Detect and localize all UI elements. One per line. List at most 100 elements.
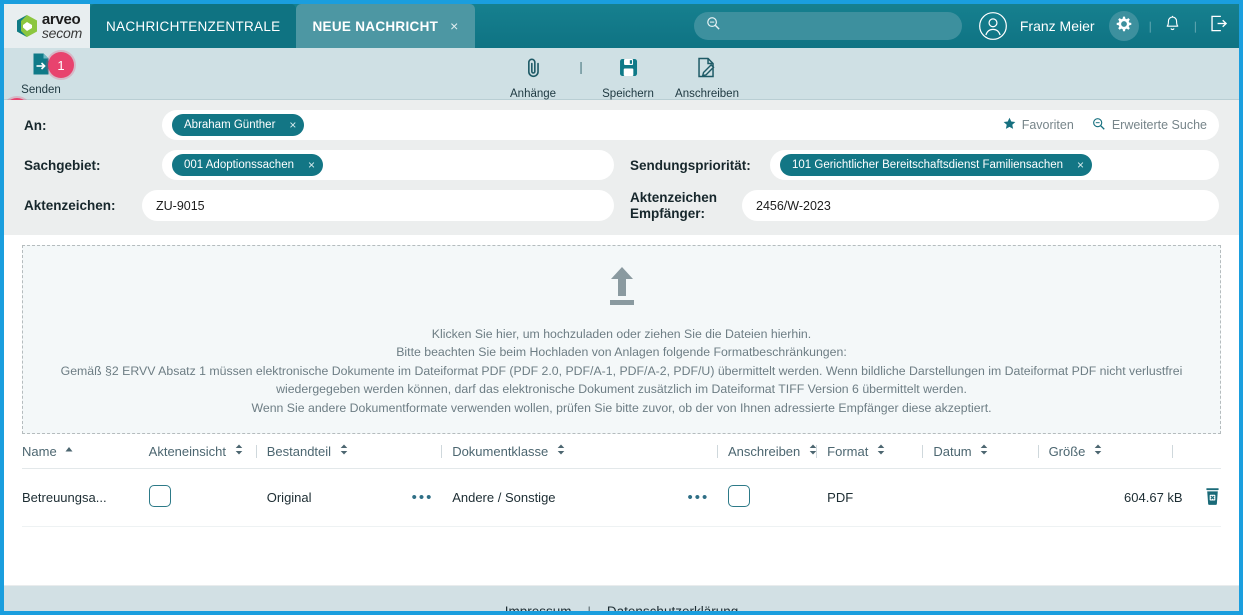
table-body: Betreuungsa... Original ••• Andere / Son… — [22, 469, 1221, 527]
column-divider — [816, 445, 817, 458]
app-window: arveo secom NACHRICHTENZENTRALE NEUE NAC… — [0, 0, 1243, 615]
attachments-button[interactable]: Anhänge — [504, 52, 562, 100]
header-spacer — [475, 4, 694, 48]
sort-both-icon — [980, 443, 988, 458]
form-row-sachgebiet-prio: Sachgebiet: 001 Adoptionssachen × Sendun… — [24, 150, 1219, 180]
column-header-bestandteil-menu — [412, 434, 453, 469]
paperclip-icon — [523, 56, 543, 85]
sachgebiet-label: Sachgebiet: — [24, 158, 162, 173]
save-label: Speichern — [602, 88, 654, 100]
global-search[interactable] — [694, 12, 962, 40]
aktenzeichen-label: Aktenzeichen: — [24, 198, 142, 213]
column-header-datum[interactable]: Datum — [933, 434, 1048, 469]
column-header-actions — [1183, 434, 1221, 469]
dropzone-line-2: Bitte beachten Sie beim Hochladen von An… — [33, 343, 1210, 361]
floppy-disk-icon — [617, 56, 639, 85]
aktenzeichen-empfaenger-label: Aktenzeichen Empfänger: — [630, 190, 742, 221]
bestandteil-menu-icon[interactable]: ••• — [412, 489, 434, 506]
column-header-name[interactable]: Name — [22, 434, 149, 469]
toolbar-divider — [580, 62, 581, 74]
aktenzeichen-field[interactable]: ZU-9015 — [142, 190, 614, 221]
star-icon — [1003, 117, 1016, 133]
aktenzeichen-value: ZU-9015 — [152, 199, 205, 213]
close-icon[interactable]: × — [450, 18, 458, 34]
tab-neue-nachricht[interactable]: NEUE NACHRICHT × — [296, 4, 474, 48]
attachments-table: Name Akteneinsicht — [22, 434, 1221, 527]
advanced-search-button[interactable]: Erweiterte Suche — [1092, 117, 1207, 134]
remove-chip-icon[interactable]: × — [308, 158, 315, 172]
logo-line-2: secom — [42, 26, 82, 40]
table-row[interactable]: Betreuungsa... Original ••• Andere / Son… — [22, 469, 1221, 527]
column-header-anschreiben[interactable]: Anschreiben — [728, 434, 827, 469]
settings-button[interactable] — [1109, 11, 1139, 41]
sachgebiet-chip-label: 001 Adoptionssachen — [184, 159, 294, 171]
attachments-label: Anhänge — [510, 88, 556, 100]
dropzone-line-1: Klicken Sie hier, um hochzuladen oder zi… — [33, 325, 1210, 343]
avatar[interactable] — [978, 11, 1008, 41]
trash-delete-icon[interactable] — [1204, 487, 1221, 509]
gear-icon — [1116, 16, 1132, 37]
remove-chip-icon[interactable]: × — [289, 118, 296, 132]
aktenzeichen-empfaenger-field[interactable]: 2456/W-2023 — [742, 190, 1219, 221]
search-icon — [1092, 117, 1106, 134]
aktenzeichen-empfaenger-group: Aktenzeichen Empfänger: 2456/W-2023 — [624, 190, 1219, 221]
cell-dokumentklasse: Andere / Sonstige — [452, 469, 687, 527]
sort-both-icon — [1094, 443, 1102, 458]
compose-button[interactable]: Anschreiben — [675, 52, 739, 100]
logo-wordmark: arveo secom — [42, 12, 82, 40]
form-row-an: An: Abraham Günther × Favoriten — [24, 110, 1219, 140]
column-header-dokumentklasse[interactable]: Dokumentklasse — [452, 434, 687, 469]
column-label: Bestandteil — [267, 444, 331, 459]
sort-asc-icon — [65, 443, 73, 458]
column-header-format[interactable]: Format — [827, 434, 933, 469]
advanced-search-label: Erweiterte Suche — [1112, 118, 1207, 132]
cell-datum — [933, 469, 1048, 527]
cell-bestandteil-menu: ••• — [412, 469, 453, 527]
tab-nachrichtenzentrale[interactable]: NACHRICHTENZENTRALE — [90, 4, 296, 48]
send-label: Senden — [21, 84, 61, 96]
sachgebiet-chip: 001 Adoptionssachen × — [172, 154, 323, 176]
attachments-table-wrapper: Name Akteneinsicht — [4, 434, 1239, 585]
an-field-actions: Favoriten Erweiterte Suche — [1003, 110, 1207, 140]
search-icon — [706, 16, 721, 36]
sachgebiet-field[interactable]: 001 Adoptionssachen × — [162, 150, 614, 180]
sendungsprioritaet-chip-label: 101 Gerichtlicher Bereitschaftsdienst Fa… — [792, 159, 1063, 171]
dokumentklasse-menu-icon[interactable]: ••• — [687, 489, 709, 506]
step-badge-1: 1 — [48, 52, 74, 78]
column-header-akteneinsicht[interactable]: Akteneinsicht — [149, 434, 267, 469]
recipient-chip-label: Abraham Günther — [184, 119, 275, 131]
sort-both-icon — [877, 443, 885, 458]
file-dropzone[interactable]: Klicken Sie hier, um hochzuladen oder zi… — [22, 245, 1221, 434]
table-empty-space — [22, 527, 1221, 585]
user-name: Franz Meier — [1020, 18, 1095, 34]
akteneinsicht-checkbox[interactable] — [149, 485, 171, 507]
search-input[interactable] — [727, 19, 950, 33]
column-divider — [922, 445, 923, 458]
aktenzeichen-empfaenger-value: 2456/W-2023 — [752, 199, 831, 213]
save-button[interactable]: Speichern — [599, 52, 657, 100]
favorites-button[interactable]: Favoriten — [1003, 117, 1074, 133]
upload-arrow-icon — [33, 264, 1210, 313]
form-row-aktenzeichen: Aktenzeichen: ZU-9015 Aktenzeichen Empfä… — [24, 190, 1219, 221]
column-label: Name — [22, 444, 57, 459]
dropzone-line-4: Wenn Sie andere Dokumentformate verwende… — [33, 399, 1210, 417]
column-label: Datum — [933, 444, 971, 459]
datenschutz-link[interactable]: Datenschutzerklärung — [607, 604, 738, 615]
impressum-link[interactable]: Impressum — [505, 604, 572, 615]
cell-actions — [1183, 469, 1221, 527]
message-form: An: Abraham Günther × Favoriten — [4, 100, 1239, 235]
notifications-button[interactable] — [1162, 13, 1184, 39]
sort-both-icon — [557, 443, 565, 458]
logout-button[interactable] — [1207, 13, 1229, 39]
remove-chip-icon[interactable]: × — [1077, 158, 1084, 172]
column-header-groesse[interactable]: Größe — [1049, 434, 1183, 469]
an-field[interactable]: Abraham Günther × Favoriten — [162, 110, 1219, 140]
cell-name: Betreuungsa... — [22, 469, 149, 527]
dropzone-wrapper: Klicken Sie hier, um hochzuladen oder zi… — [4, 235, 1239, 434]
action-toolbar: Senden 1 Anhänge — [4, 48, 1239, 100]
tab-label: NEUE NACHRICHT — [312, 19, 438, 34]
sendungsprioritaet-field[interactable]: 101 Gerichtlicher Bereitschaftsdienst Fa… — [770, 150, 1219, 180]
logout-icon — [1209, 14, 1228, 38]
anschreiben-checkbox[interactable] — [728, 485, 750, 507]
column-header-bestandteil[interactable]: Bestandteil — [267, 434, 412, 469]
